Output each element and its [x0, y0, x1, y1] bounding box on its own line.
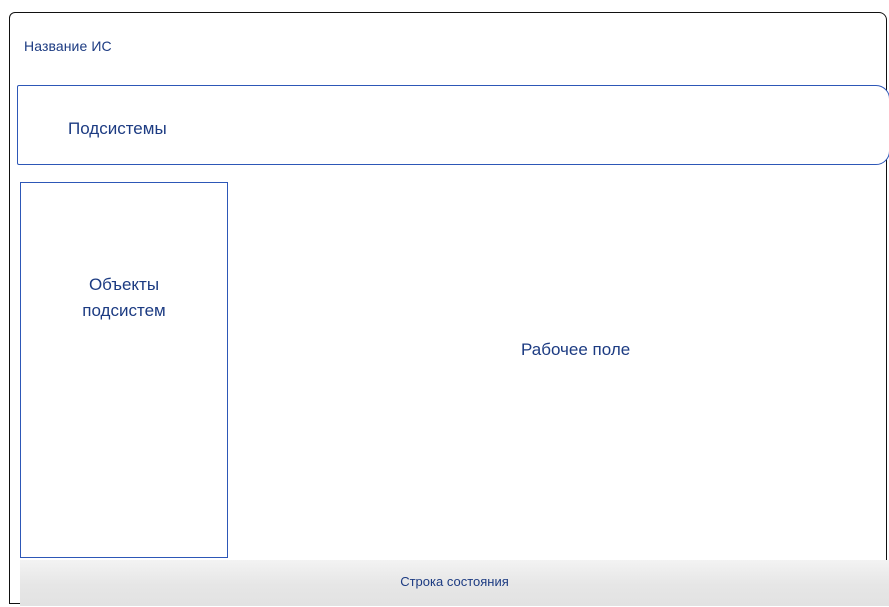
workspace-label: Рабочее поле: [521, 340, 631, 359]
status-bar-label: Строка состояния: [400, 574, 509, 589]
subsystems-panel[interactable]: Подсистемы: [17, 85, 889, 165]
subsystem-objects-label: Объекты подсистем: [82, 275, 166, 320]
app-title: Название ИС: [24, 38, 112, 54]
subsystem-objects-panel[interactable]: Объекты подсистем: [20, 182, 228, 558]
subsystems-label: Подсистемы: [68, 119, 167, 138]
status-bar: Строка состояния: [20, 560, 889, 606]
